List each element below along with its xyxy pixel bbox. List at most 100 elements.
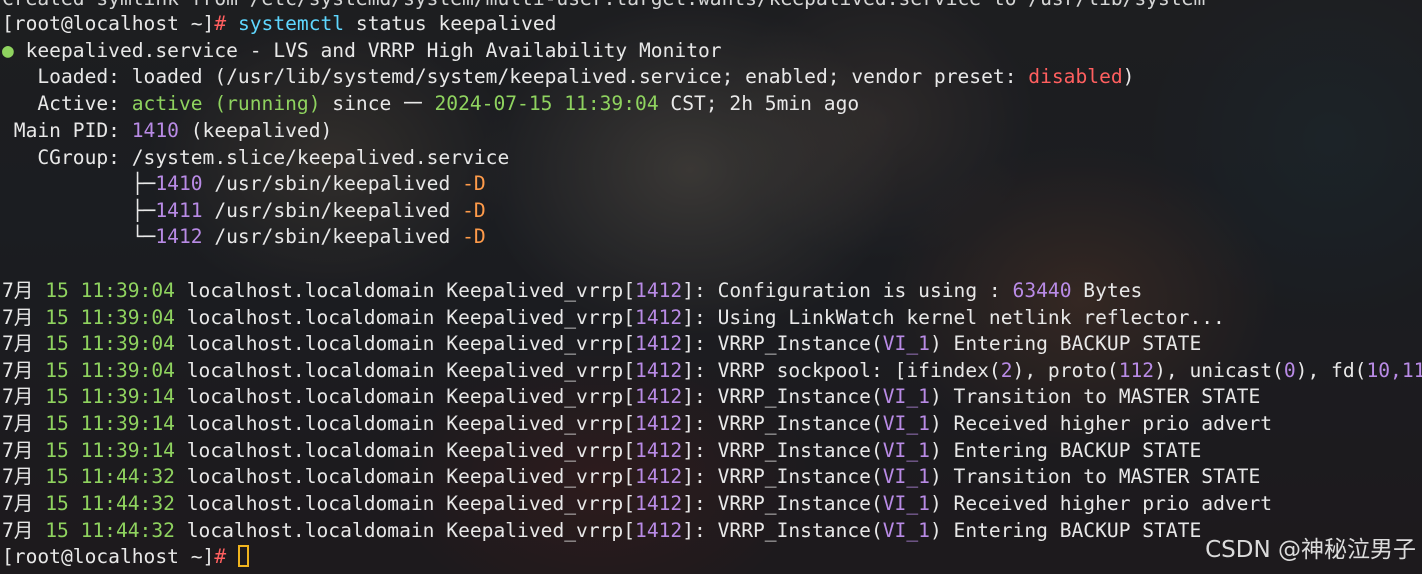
log-day: 15 <box>45 332 69 355</box>
log-pid: 1412 <box>635 412 683 435</box>
log-month: 7月 <box>2 439 34 462</box>
log-pid: 1412 <box>635 359 683 382</box>
log-time: 11:39:04 <box>80 306 175 329</box>
active-line: Active: active (running) since 一 2024-07… <box>2 91 859 118</box>
command-args: status keepalived <box>344 12 557 35</box>
loaded-preset-sep: : <box>1004 65 1029 88</box>
log-proc: Keepalived_vrrp <box>446 465 624 488</box>
log-pid: 1412 <box>635 332 683 355</box>
log-message: VRRP_Instance( <box>717 519 883 542</box>
log-message-part: ), proto( <box>1012 359 1119 382</box>
log-unicast: 0 <box>1283 359 1296 382</box>
log-day: 15 <box>45 359 69 382</box>
watermark: CSDN @神秘泣男子 <box>1205 537 1416 563</box>
log-message: VRRP_Instance( <box>717 439 883 462</box>
log-proc: Keepalived_vrrp <box>446 439 624 462</box>
process-flag: -D <box>462 225 486 248</box>
log-instance: VI_1 <box>882 439 930 462</box>
log-message-part: ), fd( <box>1295 359 1367 382</box>
log-instance: VI_1 <box>882 519 930 542</box>
log-host: localhost.localdomain <box>186 492 435 515</box>
since-time: 2024-07-15 11:39:04 <box>434 92 659 115</box>
process-pid: 1412 <box>155 225 203 248</box>
process-path: /usr/sbin/keepalived <box>202 199 463 222</box>
log-instance: VI_1 <box>882 412 930 435</box>
log-time: 11:44:32 <box>80 465 175 488</box>
log-month: 7月 <box>2 306 34 329</box>
log-proc: Keepalived_vrrp <box>446 306 624 329</box>
tree-branch: ├─ <box>2 172 156 195</box>
log-proc: Keepalived_vrrp <box>446 359 624 382</box>
process-flag: -D <box>462 199 486 222</box>
vendor-preset-value: disabled <box>1028 65 1123 88</box>
log-host: localhost.localdomain <box>186 439 435 462</box>
since-rest: CST; 2h 5min ago <box>658 92 860 115</box>
log-host: localhost.localdomain <box>186 332 435 355</box>
log-pid: 1412 <box>635 385 683 408</box>
log-message: VRRP_Instance( <box>717 465 883 488</box>
log-fd: 10,11 <box>1366 359 1422 382</box>
block-cursor-icon[interactable] <box>237 545 249 567</box>
log-line: 7月 15 11:39:14 localhost.localdomain Kee… <box>2 385 1261 408</box>
log-pid: 1412 <box>635 306 683 329</box>
prompt-user-host: [root@localhost ~] <box>2 545 215 568</box>
log-host: localhost.localdomain <box>186 279 435 302</box>
log-line: 7月 15 11:39:04 localhost.localdomain Kee… <box>2 306 1225 329</box>
process-path: /usr/sbin/keepalived <box>202 225 463 248</box>
log-tail: ) Transition to MASTER STATE <box>929 465 1261 488</box>
process-tree-line: ├─1411 /usr/sbin/keepalived -D <box>2 198 486 225</box>
prompt-hash: # <box>214 12 227 35</box>
log-line: 7月 15 11:39:04 localhost.localdomain Kee… <box>2 358 1422 385</box>
status-bullet-icon: ● <box>2 39 14 62</box>
log-host: localhost.localdomain <box>186 359 435 382</box>
log-day: 15 <box>45 385 69 408</box>
log-time: 11:39:04 <box>80 279 175 302</box>
tree-branch: ├─ <box>2 199 156 222</box>
log-host: localhost.localdomain <box>186 306 435 329</box>
log-tail: ) Received higher prio advert <box>929 412 1273 435</box>
log-ifindex: 2 <box>1000 359 1013 382</box>
log-pid: 1412 <box>635 519 683 542</box>
log-host: localhost.localdomain <box>186 412 435 435</box>
process-tree-line: ├─1410 /usr/sbin/keepalived -D <box>2 171 486 198</box>
prompt-user-host: [root@localhost ~] <box>2 12 215 35</box>
log-month: 7月 <box>2 385 34 408</box>
log-month: 7月 <box>2 279 34 302</box>
log-message: Using LinkWatch kernel netlink reflector… <box>717 306 1225 329</box>
log-month: 7月 <box>2 359 34 382</box>
loaded-value: : loaded (/usr/lib/systemd/system/keepal… <box>108 65 1005 88</box>
log-message: VRRP sockpool: [ifindex( <box>717 359 1001 382</box>
process-pid: 1411 <box>155 199 203 222</box>
active-state: active (running) <box>131 92 321 115</box>
command-name: systemctl <box>237 12 345 35</box>
log-instance: VI_1 <box>882 332 930 355</box>
final-prompt-line[interactable]: [root@localhost ~]# <box>2 544 249 571</box>
log-line: 7月 15 11:39:14 localhost.localdomain Kee… <box>2 412 1273 435</box>
log-message: VRRP_Instance( <box>717 412 883 435</box>
loaded-label: Loaded <box>2 65 109 88</box>
log-time: 11:44:32 <box>80 519 175 542</box>
log-line: 7月 15 11:39:14 localhost.localdomain Kee… <box>2 439 1202 462</box>
main-pid-value: 1410 <box>131 119 179 142</box>
prompt-hash: # <box>214 545 238 568</box>
log-message: VRRP_Instance( <box>717 332 883 355</box>
log-pid: 1412 <box>635 492 683 515</box>
log-proc: Keepalived_vrrp <box>446 279 624 302</box>
log-tail: ) Entering BACKUP STATE <box>929 332 1202 355</box>
log-message-part: ), unicast( <box>1154 359 1284 382</box>
log-month: 7月 <box>2 519 34 542</box>
process-pid: 1410 <box>155 172 203 195</box>
log-tail: ) Transition to MASTER STATE <box>929 385 1261 408</box>
terminal-window[interactable]: Created symlink from /etc/systemd/system… <box>0 0 1422 574</box>
log-proto: 112 <box>1118 359 1155 382</box>
process-tree-line: └─1412 /usr/sbin/keepalived -D <box>2 224 486 251</box>
log-proc: Keepalived_vrrp <box>446 412 624 435</box>
log-number: 63440 <box>1012 279 1072 302</box>
process-flag: -D <box>462 172 486 195</box>
log-pid: 1412 <box>635 439 683 462</box>
log-tail: ) Entering BACKUP STATE <box>929 519 1202 542</box>
log-month: 7月 <box>2 332 34 355</box>
cgroup-label: CGroup <box>2 146 109 169</box>
log-line: 7月 15 11:39:04 localhost.localdomain Kee… <box>2 279 1143 302</box>
log-proc: Keepalived_vrrp <box>446 332 624 355</box>
